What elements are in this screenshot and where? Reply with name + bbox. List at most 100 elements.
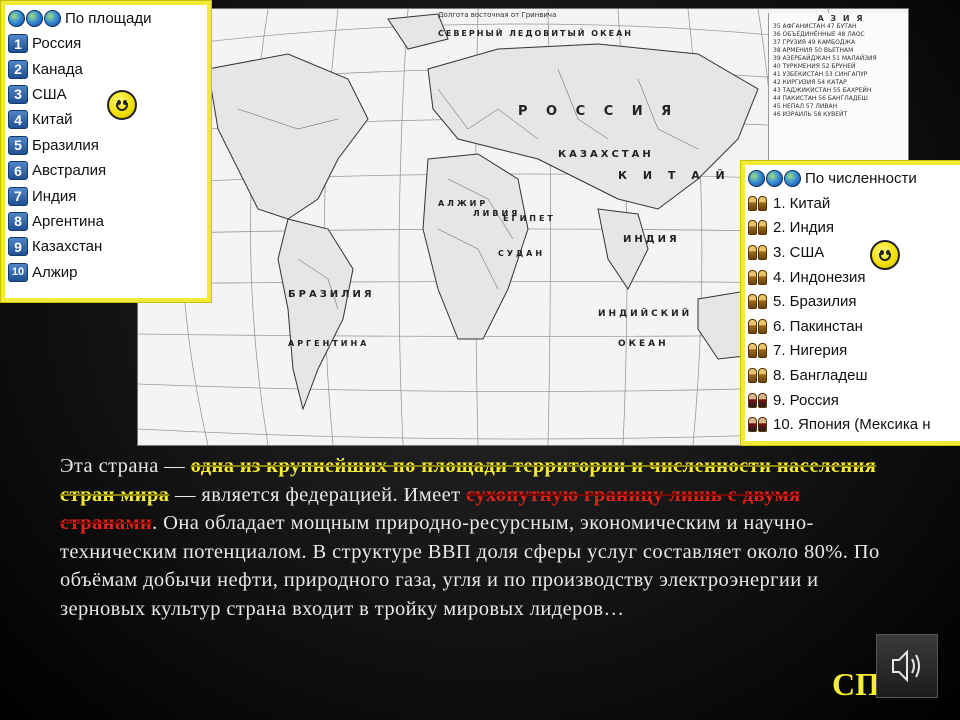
pop-list-item: 7. Нигерия xyxy=(745,339,960,364)
number-badge-icon: 7 xyxy=(8,186,28,206)
people-icon xyxy=(748,218,770,237)
number-badge-icon: 10 xyxy=(8,262,28,282)
pop-list-item: 10. Япония (Мексика н xyxy=(745,412,960,437)
sound-button[interactable] xyxy=(876,634,938,698)
area-list-item: 5 Бразилия xyxy=(5,133,207,158)
area-list-item: 6 Австралия xyxy=(5,158,207,183)
pop-list-item: 6. Пакинстан xyxy=(745,314,960,339)
asia-legend-line: 39 АЗЕРБАЙДЖАН 51 МАЛАЙЗИЯ xyxy=(773,55,877,62)
number-badge-icon: 3 xyxy=(8,84,28,104)
globe-icon xyxy=(8,9,25,27)
map-label-sudan: СУДАН xyxy=(498,249,546,258)
asia-legend-line: 42 КИРГИЗИЯ 54 КАТАР xyxy=(773,79,847,86)
people-icon xyxy=(748,292,770,311)
area-ranking-panel: По площади 1 Россия 2 Канада 3 США 4 Китай 5… xyxy=(1,1,211,302)
country-name: Австралия xyxy=(32,162,107,180)
pop-panel-title: По численности xyxy=(805,169,917,187)
country-rank: 6. Пакинстан xyxy=(773,317,863,335)
country-name: Канада xyxy=(32,60,83,78)
country-rank: 8. Бангладеш xyxy=(773,366,868,384)
area-list-item: 1 Россия xyxy=(5,31,207,56)
asia-legend-title: А З И Я xyxy=(817,14,865,23)
area-list-item: 4 Китай xyxy=(5,107,207,132)
area-list-item: 10 Алжир xyxy=(5,260,207,285)
country-rank: 2. Индия xyxy=(773,219,834,237)
country-name: США xyxy=(32,85,67,103)
people-icon xyxy=(748,194,770,213)
map-label-brazil: БРАЗИЛИЯ xyxy=(288,289,375,300)
area-list-item: 3 США xyxy=(5,82,207,107)
map-label-egypt: ЕГИПЕТ xyxy=(503,214,556,223)
smiley-icon xyxy=(107,90,137,120)
pop-list-item: 3. США xyxy=(745,240,960,265)
smiley-mouth xyxy=(879,253,891,261)
number-badge-icon: 9 xyxy=(8,237,28,257)
people-icon xyxy=(748,391,770,410)
pop-list-item: 2. Индия xyxy=(745,216,960,241)
pop-list-item: 4. Индонезия xyxy=(745,265,960,290)
population-ranking-panel: По численности 1. Китай 2. Индия 3. США … xyxy=(741,161,960,445)
number-badge-icon: 1 xyxy=(8,34,28,54)
number-badge-icon: 2 xyxy=(8,59,28,79)
area-list-item: 2 Канада xyxy=(5,56,207,81)
asia-legend-line: 45 НЕПАЛ 57 ЛИВАН xyxy=(773,103,838,110)
map-label-algeria: АЛЖИР xyxy=(438,199,489,208)
pop-list-item: 9. Россия xyxy=(745,388,960,413)
description-text: Эта страна — xyxy=(60,455,191,477)
pop-list-item: 1. Китай xyxy=(745,191,960,216)
country-rank: 7. Нигерия xyxy=(773,342,848,360)
number-badge-icon: 8 xyxy=(8,211,28,231)
globe-icon xyxy=(784,169,801,187)
area-list-item: 7 Индия xyxy=(5,183,207,208)
country-name: Казахстан xyxy=(32,238,103,256)
description-text: — является федерацией. Имеет xyxy=(169,483,466,506)
asia-legend-line: 36 ОБЪЕДИНЁННЫЕ 48 ЛАОС xyxy=(773,31,865,38)
country-rank: 3. США xyxy=(773,243,825,261)
area-panel-title: По площади xyxy=(65,9,152,27)
smiley-icon xyxy=(870,240,900,270)
country-rank: 1. Китай xyxy=(773,194,831,212)
people-icon xyxy=(748,366,770,385)
pop-list-item: 5. Бразилия xyxy=(745,289,960,314)
pop-list-item: 8. Бангладеш xyxy=(745,363,960,388)
globe-icon xyxy=(26,9,43,27)
country-rank: 9. Россия xyxy=(773,391,839,409)
people-icon xyxy=(748,317,770,336)
country-rank: 10. Япония (Мексика н xyxy=(773,416,931,434)
smiley-mouth xyxy=(116,103,128,111)
asia-legend-line: 37 ГРУЗИЯ 49 КАМБОДЖА xyxy=(773,39,856,46)
asia-legend: А З И Я 35 АФГАНИСТАН 47 БУТАН 36 ОБЪЕДИ… xyxy=(768,13,908,167)
globe-icon xyxy=(44,9,61,27)
people-icon xyxy=(748,415,770,434)
globe-icon xyxy=(766,169,783,187)
asia-legend-line: 35 АФГАНИСТАН 47 БУТАН xyxy=(773,23,857,30)
asia-legend-line: 40 ТУРКМЕНИЯ 52 БРУНЕЙ xyxy=(773,63,856,70)
people-icon xyxy=(748,243,770,262)
map-label-ocean: ОКЕАН xyxy=(618,339,669,349)
speaker-icon xyxy=(892,649,920,683)
map-label-kazakhstan: КАЗАХСТАН xyxy=(558,149,654,160)
area-list-item: 9 Казахстан xyxy=(5,234,207,259)
globe-icons xyxy=(748,169,802,187)
country-description: Эта страна — одна из крупнейших по площа… xyxy=(60,452,890,623)
map-label-arctic: СЕВЕРНЫЙ ЛЕДОВИТЫЙ ОКЕАН xyxy=(438,29,633,38)
country-name: Индия xyxy=(32,187,77,205)
nav-link-sp[interactable]: СП xyxy=(832,666,876,703)
people-icon xyxy=(748,268,770,287)
country-rank: 5. Бразилия xyxy=(773,293,857,311)
map-label-china: К И Т А Й xyxy=(618,169,731,182)
country-name: Россия xyxy=(32,35,82,53)
asia-legend-line: 38 АРМЕНИЯ 50 ВЬЕТНАМ xyxy=(773,47,854,54)
map-label-india: ИНДИЯ xyxy=(623,234,680,245)
country-name: Бразилия xyxy=(32,136,99,154)
area-list-item: 8 Аргентина xyxy=(5,209,207,234)
number-badge-icon: 5 xyxy=(8,135,28,155)
country-rank: 4. Индонезия xyxy=(773,268,866,286)
country-name: Аргентина xyxy=(32,212,104,230)
pop-panel-title-row: По численности xyxy=(745,165,960,191)
globe-icon xyxy=(748,169,765,187)
asia-legend-line: 43 ТАДЖИКИСТАН 55 БАХРЕЙН xyxy=(773,87,872,94)
country-name: Китай xyxy=(32,111,73,129)
description-text: . Она обладает мощным природно-ресурсным… xyxy=(60,512,880,620)
map-label-argentina: АРГЕНТИНА xyxy=(288,339,370,348)
